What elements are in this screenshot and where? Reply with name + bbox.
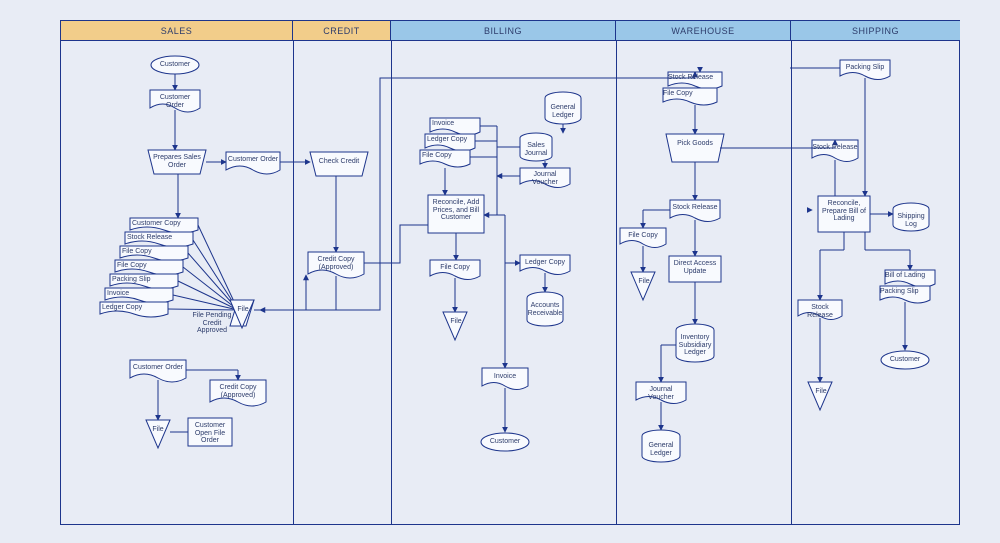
file-triangle-billing	[443, 312, 467, 340]
terminator-customer-billing	[481, 433, 529, 451]
db-sales-journal	[520, 133, 552, 161]
doc-journal-voucher-billing	[520, 168, 570, 188]
doc-stock-release-2	[670, 200, 720, 222]
terminator-customer-shipping	[881, 351, 929, 369]
process-check-credit	[310, 152, 368, 176]
doc-credit-copy-approved-sales	[210, 380, 266, 406]
doc-stack-bol	[880, 270, 935, 303]
db-general-ledger	[545, 92, 581, 124]
doc-packing-slip-ship	[840, 60, 890, 80]
doc-customer-order-side	[226, 152, 280, 174]
doc-customer-order	[150, 90, 200, 112]
doc-credit-copy-approved	[308, 252, 364, 278]
db-inventory	[676, 324, 714, 362]
process-prepare-sales-order	[148, 150, 206, 174]
process-direct-access-update	[669, 256, 721, 282]
file-triangle-shipping	[808, 382, 832, 410]
process-reconcile-bill	[428, 195, 484, 233]
terminator-customer	[151, 56, 199, 74]
process-reconcile-bol	[818, 196, 870, 232]
db-general-ledger-warehouse	[642, 430, 680, 462]
doc-invoice-2	[482, 368, 528, 390]
doc-journal-voucher-warehouse	[636, 382, 686, 404]
doc-customer-order-3	[130, 360, 186, 382]
doc-stack-warehouse-top	[663, 72, 722, 105]
doc-ledger-copy-2	[520, 255, 570, 275]
doc-stock-release-ship2	[798, 300, 842, 320]
db-accounts-receivable	[527, 292, 563, 326]
doc-stock-release-ship	[812, 140, 858, 162]
file-triangle-sales2	[146, 420, 170, 448]
note-open-file-order	[188, 418, 232, 446]
doc-file-copy-billing	[430, 260, 480, 280]
doc-file-copy-warehouse	[620, 228, 666, 248]
process-pick-goods	[666, 134, 724, 162]
file-triangle-warehouse	[631, 272, 655, 300]
doc-stack-billing-top	[420, 118, 480, 167]
db-shipping-log	[893, 203, 929, 231]
diagram-canvas	[0, 0, 1000, 543]
